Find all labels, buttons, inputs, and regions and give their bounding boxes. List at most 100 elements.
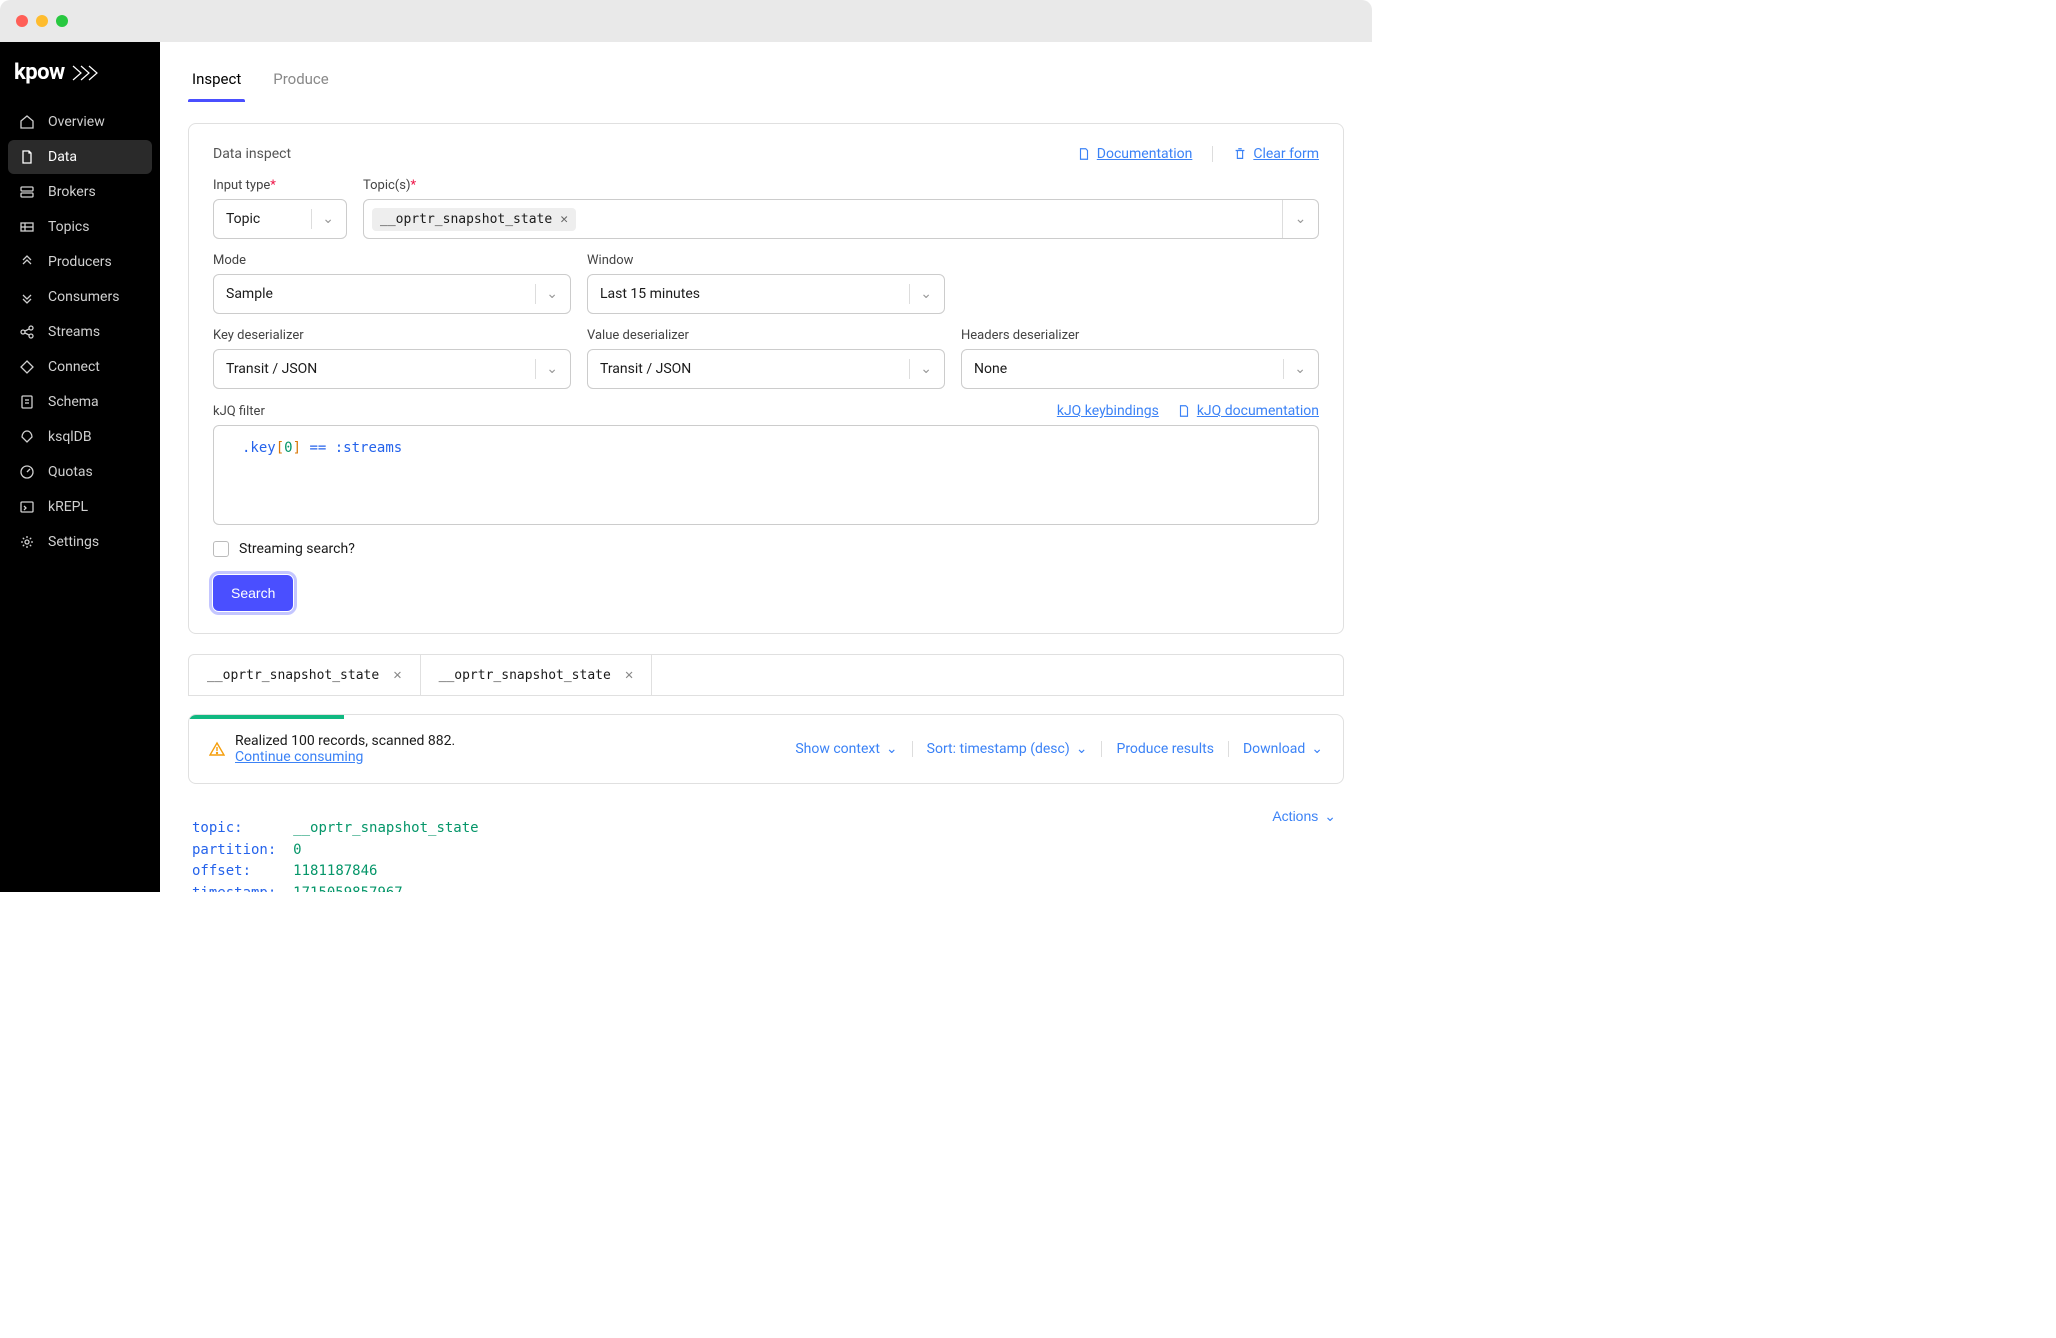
sidebar-item-label: kREPL — [48, 499, 88, 515]
result-tabs: __oprtr_snapshot_state ✕ __oprtr_snapsho… — [188, 654, 1344, 696]
sidebar-item-label: Quotas — [48, 464, 93, 480]
kjq-filter-label: kJQ filter — [213, 404, 265, 419]
chevrons-down-icon — [18, 288, 36, 306]
chevron-down-icon: ⌄ — [920, 286, 932, 302]
progress-bar — [189, 715, 344, 719]
gear-icon — [18, 533, 36, 551]
sidebar-item-topics[interactable]: Topics — [8, 210, 152, 244]
value-deser-label: Value deserializer — [587, 328, 945, 343]
chevron-down-icon: ⌄ — [886, 741, 898, 757]
continue-consuming-link[interactable]: Continue consuming — [235, 749, 462, 765]
streaming-search-checkbox[interactable] — [213, 541, 229, 557]
logo-text: kpow — [14, 60, 65, 85]
sidebar-item-ksqldb[interactable]: ksqlDB — [8, 420, 152, 454]
tab-produce[interactable]: Produce — [269, 62, 333, 102]
document-icon — [18, 148, 36, 166]
window-close-button[interactable] — [16, 15, 28, 27]
window-minimize-button[interactable] — [36, 15, 48, 27]
headers-deser-label: Headers deserializer — [961, 328, 1319, 343]
sidebar-item-quotas[interactable]: Quotas — [8, 455, 152, 489]
sort-dropdown[interactable]: Sort: timestamp (desc) ⌄ — [927, 741, 1088, 757]
sidebar-item-producers[interactable]: Producers — [8, 245, 152, 279]
sidebar-item-label: Settings — [48, 534, 99, 550]
home-icon — [18, 113, 36, 131]
logo-arrows-icon — [71, 64, 101, 82]
download-dropdown[interactable]: Download ⌄ — [1243, 741, 1323, 757]
chevron-down-icon: ⌄ — [1311, 741, 1323, 757]
main-content: Inspect Produce Data inspect Documentati… — [160, 42, 1372, 892]
divider — [1212, 146, 1213, 162]
window-maximize-button[interactable] — [56, 15, 68, 27]
rocket-icon — [18, 428, 36, 446]
mode-select[interactable]: Sample ⌄ — [213, 274, 571, 314]
topics-input[interactable]: __oprtr_snapshot_state ✕ ⌄ — [363, 199, 1319, 239]
show-context-dropdown[interactable]: Show context ⌄ — [795, 741, 897, 757]
diamond-icon — [18, 358, 36, 376]
kjq-doc-link[interactable]: kJQ documentation — [1177, 403, 1319, 419]
result-tab[interactable]: __oprtr_snapshot_state ✕ — [421, 655, 653, 695]
topic-tag: __oprtr_snapshot_state ✕ — [372, 208, 576, 231]
produce-results-link[interactable]: Produce results — [1116, 741, 1213, 757]
logo: kpow — [0, 50, 160, 105]
chevron-down-icon: ⌄ — [546, 286, 558, 302]
trash-icon — [1233, 147, 1247, 161]
terminal-icon — [18, 498, 36, 516]
window-select[interactable]: Last 15 minutes ⌄ — [587, 274, 945, 314]
sidebar-item-label: Connect — [48, 359, 100, 375]
tab-inspect[interactable]: Inspect — [188, 62, 245, 102]
close-icon[interactable]: ✕ — [393, 667, 401, 683]
doc-icon — [1177, 404, 1191, 418]
sidebar-item-label: ksqlDB — [48, 429, 92, 445]
chevron-down-icon: ⌄ — [1282, 200, 1318, 238]
sidebar-item-label: Brokers — [48, 184, 96, 200]
sidebar-item-consumers[interactable]: Consumers — [8, 280, 152, 314]
tag-remove-button[interactable]: ✕ — [560, 212, 568, 227]
main-tabs: Inspect Produce — [160, 42, 1372, 103]
warning-icon — [209, 741, 225, 757]
kjq-keybindings-link[interactable]: kJQ keybindings — [1057, 403, 1159, 419]
panel-title: Data inspect — [213, 146, 291, 162]
clear-form-link[interactable]: Clear form — [1233, 146, 1319, 162]
headers-deser-select[interactable]: None ⌄ — [961, 349, 1319, 389]
key-deser-select[interactable]: Transit / JSON ⌄ — [213, 349, 571, 389]
sidebar-item-connect[interactable]: Connect — [8, 350, 152, 384]
sidebar-item-label: Overview — [48, 114, 105, 130]
sidebar-item-label: Topics — [48, 219, 89, 235]
share-icon — [18, 323, 36, 341]
record-display: Actions ⌄ topic: __oprtr_snapshot_state … — [188, 802, 1344, 892]
sidebar-item-data[interactable]: Data — [8, 140, 152, 174]
sidebar-item-brokers[interactable]: Brokers — [8, 175, 152, 209]
sidebar-item-label: Producers — [48, 254, 112, 270]
doc-icon — [1077, 147, 1091, 161]
sidebar-item-krepl[interactable]: kREPL — [8, 490, 152, 524]
status-panel: Realized 100 records, scanned 882. Conti… — [188, 714, 1344, 784]
sidebar-item-label: Data — [48, 149, 77, 165]
kjq-filter-input[interactable]: .key[0] == :streams — [213, 425, 1319, 525]
sidebar-item-streams[interactable]: Streams — [8, 315, 152, 349]
key-deser-label: Key deserializer — [213, 328, 571, 343]
close-icon[interactable]: ✕ — [625, 667, 633, 683]
result-tab[interactable]: __oprtr_snapshot_state ✕ — [189, 655, 421, 695]
chevron-down-icon: ⌄ — [1076, 741, 1088, 757]
server-icon — [18, 183, 36, 201]
chevron-down-icon: ⌄ — [322, 211, 334, 227]
window-titlebar — [0, 0, 1372, 42]
status-text: Realized 100 records, scanned 882. Conti… — [235, 733, 462, 765]
sidebar-item-label: Streams — [48, 324, 100, 340]
page-icon — [18, 393, 36, 411]
record-actions-dropdown[interactable]: Actions ⌄ — [1272, 806, 1336, 828]
chevrons-up-icon — [18, 253, 36, 271]
documentation-link[interactable]: Documentation — [1077, 146, 1193, 162]
sidebar-item-schema[interactable]: Schema — [8, 385, 152, 419]
sidebar-item-overview[interactable]: Overview — [8, 105, 152, 139]
sidebar-item-label: Schema — [48, 394, 99, 410]
chevron-down-icon: ⌄ — [920, 361, 932, 377]
value-deser-select[interactable]: Transit / JSON ⌄ — [587, 349, 945, 389]
sidebar-item-settings[interactable]: Settings — [8, 525, 152, 559]
chevron-down-icon: ⌄ — [1324, 806, 1336, 828]
sidebar-item-label: Consumers — [48, 289, 119, 305]
input-type-select[interactable]: Topic ⌄ — [213, 199, 347, 239]
window-label: Window — [587, 253, 945, 268]
sidebar: kpow Overview Data Brokers — [0, 42, 160, 892]
search-button[interactable]: Search — [213, 575, 293, 611]
